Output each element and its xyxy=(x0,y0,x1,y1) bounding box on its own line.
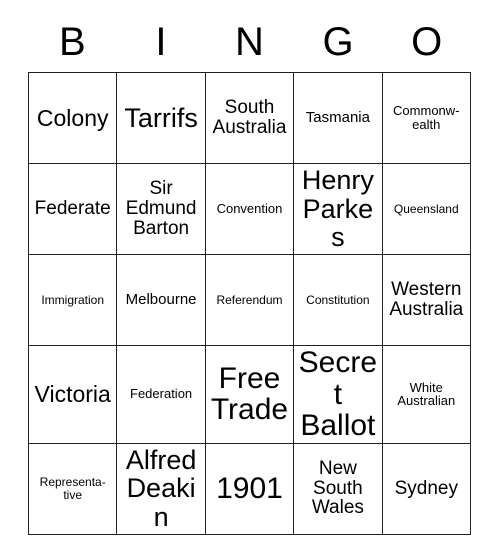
bingo-cell[interactable]: Queensland xyxy=(381,163,472,255)
bingo-row: Immigration Melbourne Referendum Constit… xyxy=(27,254,472,346)
bingo-cell[interactable]: Victoria xyxy=(27,345,118,444)
bingo-cell[interactable]: Tasmania xyxy=(293,72,383,164)
bingo-cell[interactable]: Western Australia xyxy=(381,254,472,346)
bingo-row: Colony Tarrifs South Australia Tasmania … xyxy=(27,72,472,164)
bingo-header-letter-n: N xyxy=(235,20,264,64)
bingo-cell[interactable]: Commonw-ealth xyxy=(381,72,472,164)
bingo-header-letter-g: G xyxy=(322,20,354,64)
bingo-cell[interactable]: Constitution xyxy=(293,254,383,346)
bingo-cell[interactable]: South Australia xyxy=(204,72,295,164)
bingo-cell[interactable]: Sir Edmund Barton xyxy=(116,163,206,255)
bingo-cell[interactable]: Immigration xyxy=(27,254,118,346)
bingo-cell[interactable]: New South Wales xyxy=(293,442,383,535)
bingo-cell[interactable]: Free Trade xyxy=(204,345,295,444)
bingo-row: Victoria Federation Free Trade Secret Ba… xyxy=(27,345,472,444)
bingo-cell[interactable]: 1901 xyxy=(204,442,295,535)
bingo-header-row: B I N G O xyxy=(28,12,471,72)
bingo-cell[interactable]: Henry Parkes xyxy=(293,163,383,255)
bingo-card: B I N G O Colony Tarrifs South Australia… xyxy=(27,12,472,535)
bingo-cell[interactable]: Melbourne xyxy=(116,254,206,346)
bingo-cell[interactable]: Alfred Deakin xyxy=(116,442,206,535)
bingo-cell[interactable]: White Australian xyxy=(381,345,472,444)
bingo-header-letter-o: O xyxy=(411,20,443,64)
bingo-cell[interactable]: Representa-tive xyxy=(27,442,118,535)
bingo-cell[interactable]: Convention xyxy=(204,163,295,255)
bingo-cell[interactable]: Federate xyxy=(27,163,118,255)
bingo-cell[interactable]: Secret Ballot xyxy=(293,345,383,444)
bingo-cell[interactable]: Tarrifs xyxy=(116,72,206,164)
bingo-header-letter-i: I xyxy=(155,20,167,64)
bingo-header-letter-b: B xyxy=(58,20,86,64)
bingo-row: Federate Sir Edmund Barton Convention He… xyxy=(27,163,472,255)
bingo-cell[interactable]: Colony xyxy=(27,72,118,164)
bingo-grid: Colony Tarrifs South Australia Tasmania … xyxy=(27,72,472,535)
bingo-cell[interactable]: Sydney xyxy=(381,442,472,535)
bingo-row: Representa-tive Alfred Deakin 1901 New S… xyxy=(27,442,472,535)
bingo-cell[interactable]: Referendum xyxy=(204,254,295,346)
bingo-cell[interactable]: Federation xyxy=(116,345,206,444)
